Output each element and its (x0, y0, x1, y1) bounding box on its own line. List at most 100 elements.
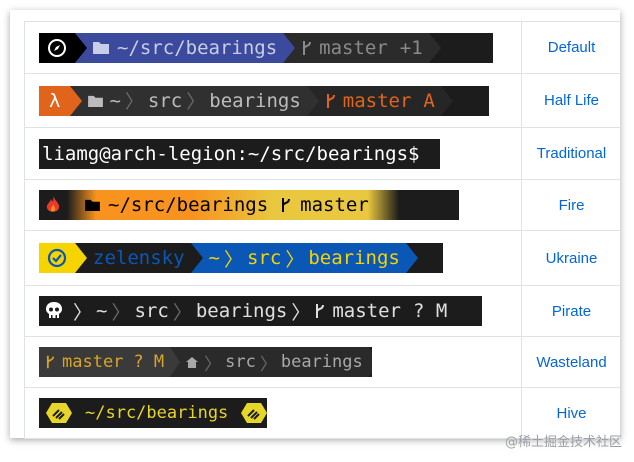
path-text: ~/src/bearings (85, 403, 229, 423)
git-status-text: A (423, 89, 435, 112)
folder-icon (93, 41, 109, 54)
user-segment: zelensky (87, 243, 191, 273)
powerline-separator (306, 85, 319, 116)
powerline-separator (440, 85, 453, 116)
home-text: ~ (208, 247, 220, 269)
theme-name-link[interactable]: Wasteland (536, 354, 606, 371)
check-segment (39, 243, 75, 273)
home-icon (186, 356, 199, 368)
path-segment: 〉 src 〉 bearings (180, 347, 369, 377)
dir-text: src (134, 300, 169, 322)
powerline-separator (170, 347, 181, 377)
path-separator: 〉 (259, 354, 277, 375)
compass-segment (39, 32, 75, 63)
table-row: 〉 ~ 〉 src 〉 bearings 〉 master ? M Pirate (24, 285, 622, 337)
theme-name-cell: Traditional (521, 127, 622, 180)
table-row: ~/src/bearings master +1 Default (24, 21, 622, 74)
dir-text: src (147, 89, 183, 112)
bee-hexagon-icon (45, 402, 73, 424)
prompt-cell: zelensky ~ 〉 src 〉 bearings (24, 230, 522, 286)
git-segment: master ? M (39, 347, 171, 377)
theme-name-link[interactable]: Default (548, 39, 596, 56)
prompt-cell: 〉 ~ 〉 src 〉 bearings 〉 master ? M (24, 285, 522, 337)
powerline-separator (283, 32, 296, 63)
flame-icon (45, 195, 61, 215)
prompt-cell: ~/src/bearings master +1 (24, 21, 522, 74)
theme-name-cell: Default (521, 21, 622, 74)
prompt-cell: master ? M 〉 src 〉 bearings (24, 336, 522, 388)
git-status-text: ? M (413, 300, 448, 322)
powerline-separator (75, 243, 87, 273)
table-row: master ? M 〉 src 〉 bearings Wasteland (24, 336, 622, 388)
prompt-ukraine: zelensky ~ 〉 src 〉 bearings (39, 243, 443, 273)
git-segment: master (274, 190, 399, 220)
dir-text: bearings (280, 352, 363, 372)
git-branch-icon (301, 39, 313, 57)
git-branch-icon (314, 302, 326, 320)
hive-right-segment (234, 398, 267, 428)
branch-text: master (342, 89, 412, 112)
folder-icon (85, 199, 100, 211)
path-separator: 〉 (204, 354, 222, 375)
table-row: ~/src/bearings master Fire (24, 179, 622, 231)
home-text: ~ (96, 300, 108, 322)
branch-text: master (319, 36, 388, 59)
check-circle-icon (47, 248, 67, 268)
lambda-icon: λ (49, 89, 61, 112)
git-status-text: +1 (399, 36, 423, 59)
lambda-segment: λ (39, 85, 71, 116)
compass-icon (47, 38, 67, 58)
powerline-separator (368, 347, 372, 377)
bee-hexagon-icon (240, 402, 267, 424)
prompt-cell: ~/src/bearings (24, 387, 522, 439)
path-separator: 〉 (124, 91, 144, 113)
path-separator: 〉 (223, 248, 243, 271)
theme-table: ~/src/bearings master +1 Default λ ~ 〉 s… (24, 21, 622, 439)
path-segment: ~ 〉 src 〉 bearings (202, 243, 406, 273)
prompt-default: ~/src/bearings master +1 (39, 32, 493, 63)
git-branch-icon (325, 92, 337, 110)
path-separator: 〉 (172, 301, 192, 324)
dir-text: bearings (308, 247, 400, 269)
flame-segment (39, 190, 67, 220)
theme-name-link[interactable]: Pirate (552, 303, 591, 320)
theme-name-link[interactable]: Half Life (544, 92, 599, 109)
path-separator: 〉 (291, 301, 311, 324)
skull-icon (45, 301, 63, 321)
theme-name-link[interactable]: Ukraine (546, 250, 598, 267)
path-segment: ~ 〉 src 〉 bearings (82, 85, 307, 116)
table-row: λ ~ 〉 src 〉 bearings master A Half Life (24, 73, 622, 128)
powerline-separator (75, 32, 87, 63)
branch-text: master (332, 300, 401, 322)
theme-name-link[interactable]: Hive (556, 405, 586, 422)
path-separator: 〉 (186, 91, 206, 113)
theme-name-link[interactable]: Fire (559, 197, 585, 214)
git-segment: master A (318, 85, 441, 116)
prompt-cell: liamg@arch-legion:~/src/bearings$ (24, 127, 522, 180)
powerline-separator (405, 243, 418, 273)
branch-text: master (300, 194, 369, 216)
prompt-cell: λ ~ 〉 src 〉 bearings master A (24, 73, 522, 128)
git-branch-icon (45, 354, 56, 370)
branch-text: master (62, 352, 124, 372)
path-segment: ~/src/bearings (87, 32, 284, 63)
path-text: ~/src/bearings (108, 194, 269, 216)
hive-left-segment (39, 398, 79, 428)
powerline-separator (70, 85, 83, 116)
table-row: liamg@arch-legion:~/src/bearings$ Tradit… (24, 127, 622, 180)
table-row: zelensky ~ 〉 src 〉 bearings Ukraine (24, 230, 622, 286)
home-text: ~ (109, 89, 121, 112)
prompt-fire: ~/src/bearings master (39, 190, 459, 220)
prompt-traditional: liamg@arch-legion:~/src/bearings$ (39, 138, 440, 169)
watermark: @稀土掘金技术社区 (504, 435, 622, 450)
skull-segment (39, 296, 69, 326)
git-segment: master +1 (295, 32, 429, 63)
git-status-text: ? M (133, 352, 165, 372)
git-branch-icon (280, 196, 292, 214)
prompt-text: liamg@arch-legion:~/src/bearings$ (42, 142, 420, 165)
prompt-pirate: 〉 ~ 〉 src 〉 bearings 〉 master ? M (39, 296, 482, 326)
powerline-separator (190, 243, 203, 273)
prompt-wasteland: master ? M 〉 src 〉 bearings (39, 347, 372, 377)
path-separator: 〉 (285, 248, 305, 271)
theme-name-link[interactable]: Traditional (537, 145, 606, 162)
